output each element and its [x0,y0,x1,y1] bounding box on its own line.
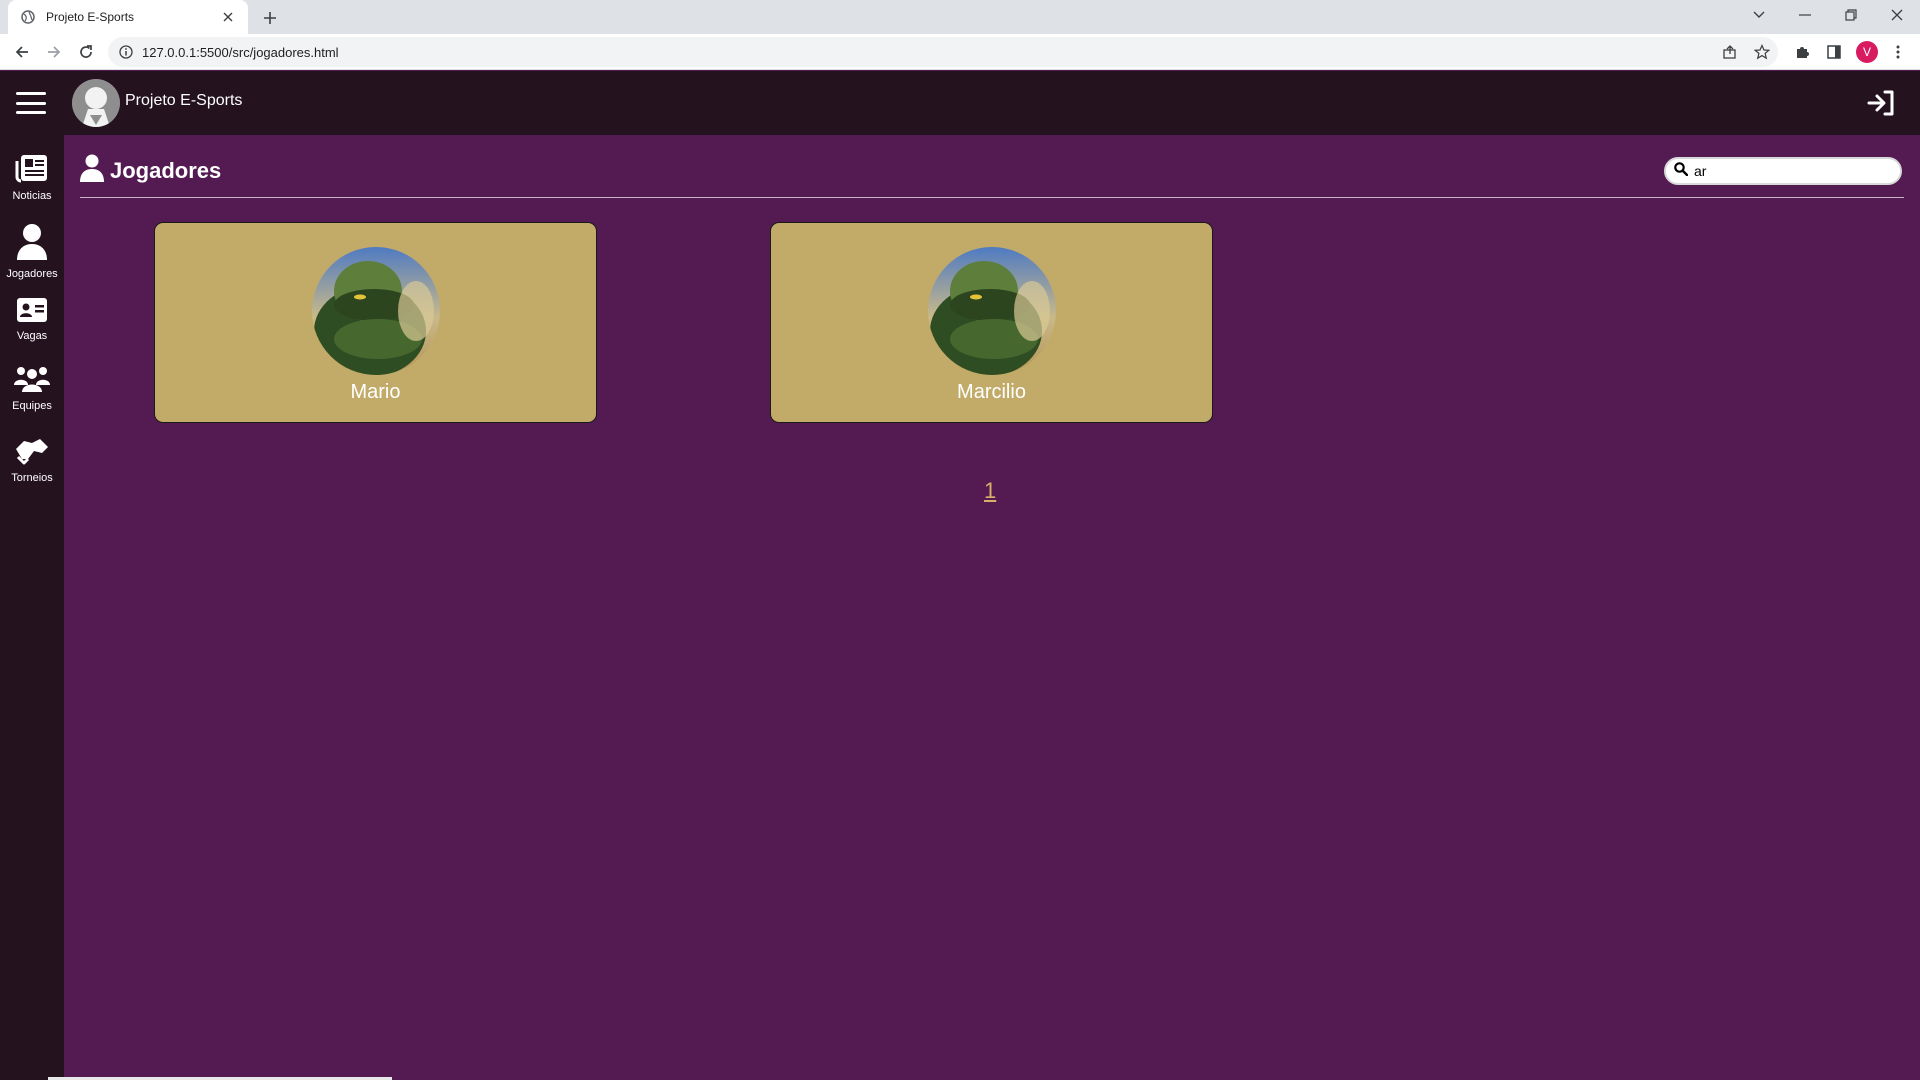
profile-avatar[interactable]: V [1856,41,1878,63]
sidebar-item-label: Jogadores [6,268,58,280]
sidebar-item-label: Torneios [11,472,53,484]
browser-toolbar: 127.0.0.1:5500/src/jogadores.html [0,34,1920,70]
sidebar-item-equipes[interactable]: Equipes [0,365,64,412]
pagination-page-link[interactable]: 1 [984,478,996,504]
tab-title: Projeto E-Sports [46,10,135,24]
side-panel-icon[interactable] [1820,38,1848,66]
chrome-menu-icon[interactable] [1884,38,1912,66]
site-info-icon[interactable] [118,44,134,60]
player-avatar [311,247,440,375]
divider [80,197,1904,198]
forward-arrow-icon[interactable] [40,38,68,66]
app-header: Projeto E-Sports [0,71,1920,135]
sidebar-item-noticias[interactable]: Noticias [0,153,64,202]
page-title: Jogadores [110,157,222,183]
restore-icon[interactable] [1828,0,1874,30]
tab-search-chevron-icon[interactable] [1736,0,1782,30]
sidebar-item-vagas[interactable]: Vagas [0,297,64,342]
close-window-icon[interactable] [1874,0,1920,30]
bookmark-star-icon[interactable] [1748,38,1776,66]
id-card-icon [16,297,48,328]
sidebar-item-label: Noticias [12,190,52,202]
player-name: Marcilio [957,381,1026,403]
sidebar-item-label: Equipes [12,400,52,412]
handshake-icon [14,437,50,470]
player-card[interactable]: Mario [154,222,597,423]
url-text: 127.0.0.1:5500/src/jogadores.html [142,44,339,60]
minimize-icon[interactable] [1782,0,1828,30]
search-input[interactable] [1694,163,1894,179]
globe-icon [20,9,36,25]
reload-icon[interactable] [72,38,100,66]
user-icon [16,223,48,266]
users-icon [14,365,50,398]
address-bar[interactable]: 127.0.0.1:5500/src/jogadores.html [108,37,1778,67]
extensions-puzzle-icon[interactable] [1788,38,1816,66]
player-name: Mario [350,381,401,403]
player-avatar [927,247,1056,375]
logo[interactable] [72,79,120,127]
page-heading: Jogadores [80,154,221,187]
new-tab-button[interactable] [258,6,282,30]
hamburger-menu-icon[interactable] [16,89,46,117]
search-icon [1674,161,1689,181]
brand-name[interactable]: Projeto E-Sports [125,92,242,110]
browser-tabstrip: Projeto E-Sports [0,0,1920,34]
close-tab-icon[interactable] [218,7,238,27]
sidebar: Noticias Jogadores Vagas Equipes Torneio… [0,135,64,1080]
sign-in-icon[interactable] [1864,87,1896,119]
sidebar-item-torneios[interactable]: Torneios [0,437,64,484]
sidebar-item-jogadores[interactable]: Jogadores [0,223,64,280]
newspaper-icon [15,153,49,188]
search-box [1664,157,1902,185]
user-icon [80,154,104,187]
browser-tab[interactable]: Projeto E-Sports [8,0,248,34]
back-arrow-icon[interactable] [8,38,36,66]
share-icon[interactable] [1716,38,1744,66]
sidebar-item-label: Vagas [16,330,48,342]
player-card[interactable]: Marcilio [770,222,1213,423]
